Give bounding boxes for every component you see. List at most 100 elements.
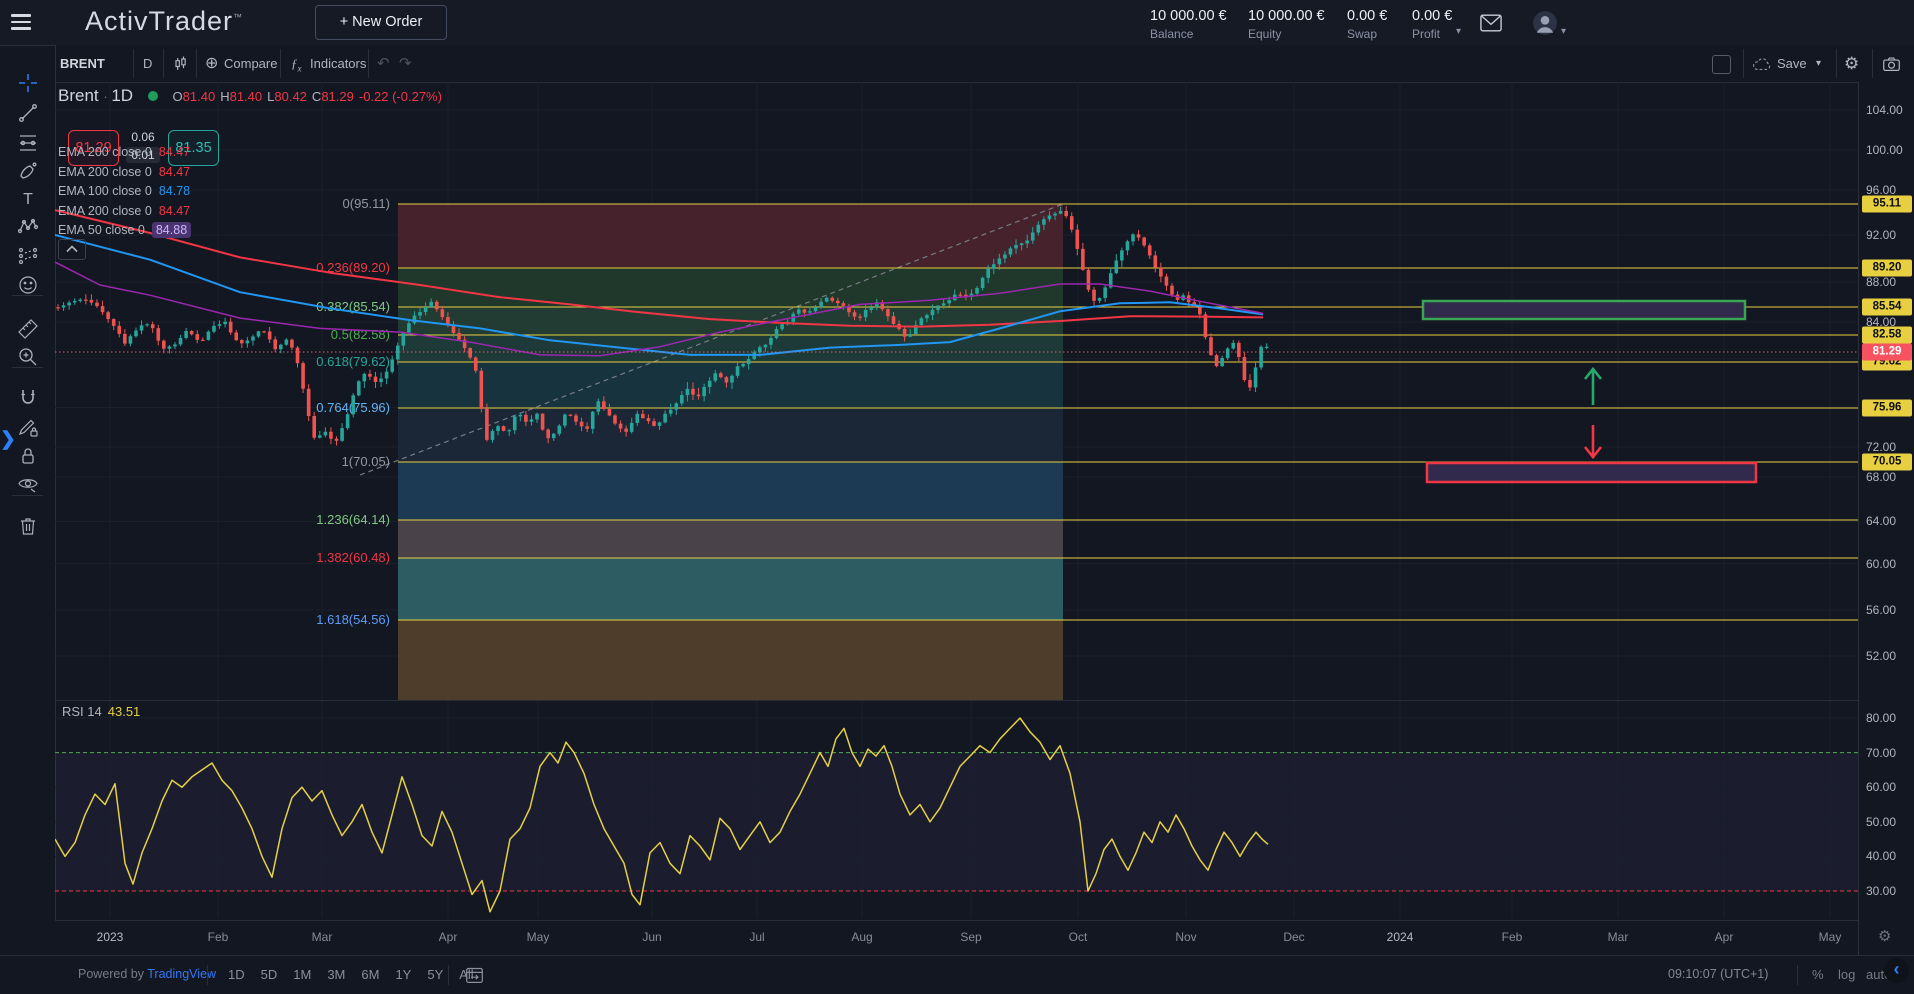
clock[interactable]: 09:10:07 (UTC+1) [1668,967,1768,981]
price-tick: 100.00 [1866,143,1903,157]
time-axis-label: Apr [1715,930,1734,944]
fib-zones[interactable] [398,204,1063,700]
down-arrow-drawing[interactable] [1585,425,1601,457]
time-axis-label: Aug [851,930,872,944]
zoom-in-icon[interactable] [16,345,40,369]
indicator-legend: EMA 200 close 084.47EMA 200 close 084.47… [58,143,191,241]
log-scale-button[interactable]: log [1838,967,1855,982]
undo-icon[interactable]: ↶ [377,45,390,82]
swap-stat: 0.00 €Swap [1347,8,1387,41]
brush-icon[interactable] [16,159,40,183]
magnet-icon[interactable] [16,387,40,411]
fib-price-label: 75.96 [1862,400,1912,417]
fib-retracement-icon[interactable] [16,131,40,155]
crosshair-icon[interactable] [16,71,40,95]
price-axis[interactable]: 104.00100.0096.0092.0088.0084.0072.0068.… [1858,82,1914,955]
range-button-1y[interactable]: 1Y [395,967,411,982]
rsi-tick: 50.00 [1866,815,1896,829]
indicators-button[interactable]: Indicators [310,45,366,82]
go-to-date-icon[interactable] [464,965,485,985]
menu-icon[interactable] [11,14,31,30]
fib-level-label: 1.236(64.14) [316,512,390,527]
app-logo: ActivTrader™ [85,6,243,37]
mail-icon[interactable] [1480,14,1502,32]
collapse-legend-button[interactable] [58,239,86,260]
avatar[interactable] [1532,10,1558,36]
text-icon[interactable]: T [16,187,40,211]
fx-icon[interactable]: ƒx [291,45,302,82]
chevron-down-icon[interactable]: ▾ [1561,26,1566,37]
drawing-lock-icon[interactable] [16,415,40,439]
emoji-icon[interactable] [16,273,40,297]
price-tick: 60.00 [1866,557,1896,571]
range-button-5y[interactable]: 5Y [427,967,443,982]
save-button[interactable]: Save [1777,45,1807,82]
trash-icon[interactable] [16,514,40,538]
time-axis-label: 2023 [97,930,124,944]
gear-icon[interactable]: ⚙ [1844,45,1859,82]
axis-settings-gear-icon[interactable]: ⚙ [1878,927,1891,945]
profit-stat: 0.00 €Profit [1412,8,1452,41]
top-bar: ActivTrader™ + New Order 10 000.00 €Bala… [0,0,1914,45]
price-chart-canvas[interactable]: 0(95.11)0.236(89.20)0.382(85.54)0.5(82.5… [55,82,1858,920]
ema-legend-row[interactable]: EMA 200 close 084.47 [58,143,191,163]
toolbar-divider [12,367,43,368]
target-zone-rect-red[interactable] [1427,463,1756,482]
powered-by: Powered by TradingView [78,967,216,981]
interval-button[interactable]: D [143,45,152,82]
xabcd-pattern-icon[interactable] [16,215,40,239]
collapse-panel-icon[interactable]: ‹ [1884,958,1909,983]
ohlc-values: O81.40H81.40L80.42C81.29-0.22 (-0.27%) [173,89,447,104]
ema-legend-row[interactable]: EMA 200 close 084.47 [58,163,191,183]
trend-line-icon[interactable] [16,101,40,125]
toolbar-divider [12,295,43,296]
eye-icon[interactable] [16,472,40,496]
time-axis-label: Jun [642,930,661,944]
fib-price-label: 89.20 [1862,260,1912,277]
legend-symbol[interactable]: Brent [58,86,99,105]
ema-legend-row[interactable]: EMA 100 close 084.78 [58,182,191,202]
symbol-button[interactable]: BRENT [60,45,105,82]
expand-panel-icon[interactable]: ❯ [0,428,16,451]
forecast-icon[interactable] [16,244,40,268]
range-button-6m[interactable]: 6M [361,967,379,982]
range-switcher: 1D5D1M3M6M1Y5YAll [220,967,482,982]
range-button-1m[interactable]: 1M [293,967,311,982]
legend-interval: 1D [111,86,133,105]
range-button-1d[interactable]: 1D [228,967,245,982]
ema-legend-row[interactable]: EMA 200 close 084.47 [58,202,191,222]
time-axis-label: Oct [1069,930,1088,944]
percent-scale-button[interactable]: % [1812,967,1824,982]
lock-icon[interactable] [16,444,40,468]
price-tick: 104.00 [1866,103,1903,117]
new-order-button[interactable]: + New Order [315,5,447,40]
range-button-3m[interactable]: 3M [327,967,345,982]
time-axis-label: May [1819,930,1842,944]
fib-level-label: 1.618(54.56) [316,612,390,627]
chevron-down-icon[interactable]: ▾ [1816,45,1821,82]
rsi-legend[interactable]: RSI 1443.51 [62,704,140,719]
time-axis[interactable]: 2023FebMarAprMayJunJulAugSepOctNovDec202… [55,920,1858,956]
tradingview-link[interactable]: TradingView [147,967,216,981]
fib-level-label: 1(70.05) [342,454,390,469]
redo-icon[interactable]: ↷ [399,45,412,82]
target-zone-rect-green[interactable] [1423,301,1745,319]
pane-separator[interactable] [55,700,1914,701]
camera-icon[interactable] [1881,54,1902,73]
price-tick: 68.00 [1866,470,1896,484]
range-button-5d[interactable]: 5D [261,967,278,982]
rsi-tick: 40.00 [1866,849,1896,863]
rsi-tick: 80.00 [1866,711,1896,725]
price-tick: 52.00 [1866,649,1896,663]
price-tick: 64.00 [1866,514,1896,528]
compare-button[interactable]: Compare [224,45,277,82]
fib-level-label: 1.382(60.48) [316,550,390,565]
compare-plus-icon[interactable]: ⊕ [205,45,218,82]
ruler-icon[interactable] [16,317,40,341]
up-arrow-drawing[interactable] [1585,369,1601,405]
chart-style-icon[interactable] [171,54,191,74]
change-value: -0.22 (-0.27%) [359,89,442,104]
layout-checkbox[interactable] [1712,55,1731,74]
chevron-down-icon[interactable]: ▾ [1456,26,1461,37]
chart-toolbar: BRENT D ⊕ Compare ƒx Indicators ↶ ↷ Save… [55,45,1914,83]
